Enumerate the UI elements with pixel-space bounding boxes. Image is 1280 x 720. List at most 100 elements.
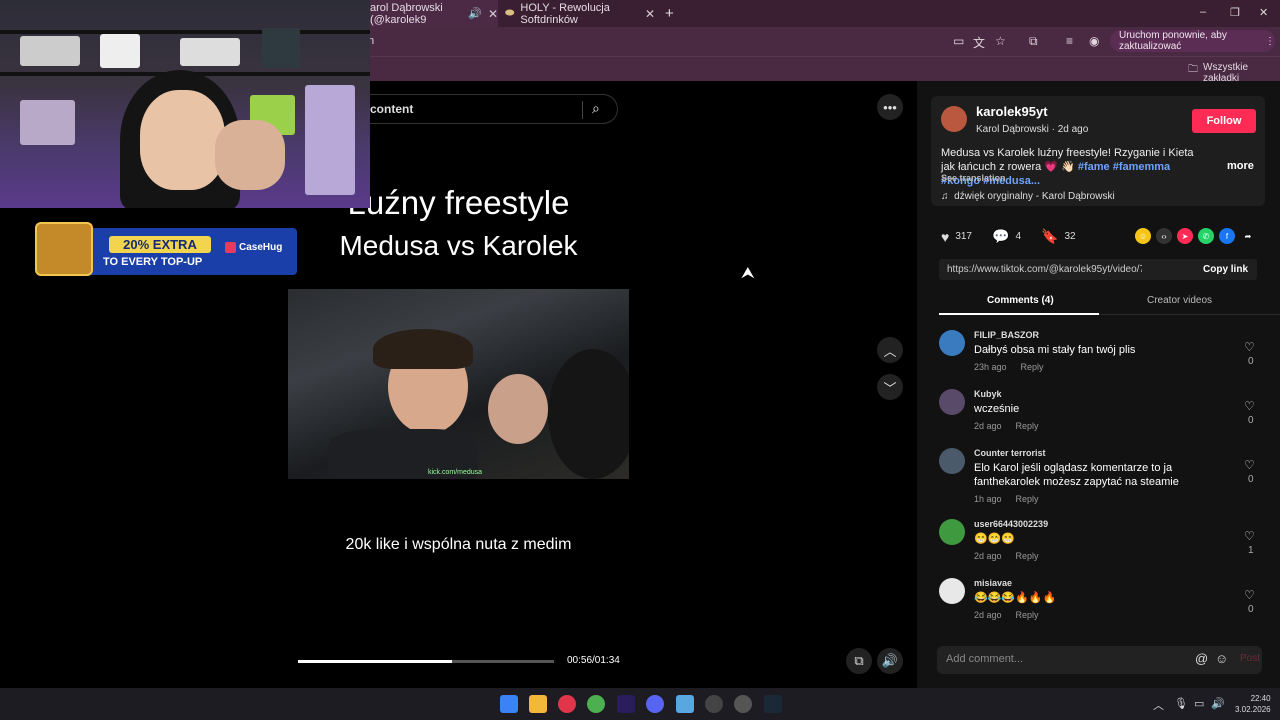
heart-icon[interactable]: ♥ (941, 229, 949, 245)
comment-user[interactable]: misiavae (974, 578, 1012, 588)
details-panel: karolek95yt Karol Dąbrowski · 2d ago Fol… (917, 81, 1280, 688)
new-tab-button[interactable]: + (665, 5, 674, 22)
tab-title: HOLY - Rewolucja Softdrinków (520, 1, 610, 26)
facebook-icon[interactable]: f (1219, 228, 1235, 244)
comment-icon[interactable]: 💬 (992, 228, 1009, 245)
comment-user[interactable]: FILIP_BASZOR (974, 330, 1039, 340)
network-icon[interactable]: ▭ (1194, 697, 1204, 710)
tab-creator-videos[interactable]: Creator videos (1147, 295, 1212, 306)
emoji-icon[interactable]: ☺ (1215, 651, 1228, 666)
media-icon[interactable]: ≡ (1066, 34, 1073, 48)
next-video-button[interactable]: ﹀ (877, 374, 903, 400)
comment-meta: 23h ago Reply (974, 362, 1044, 372)
minimize-button[interactable]: – (1200, 6, 1206, 18)
reply-button[interactable]: Reply (1016, 551, 1039, 561)
comment-meta: 1h ago Reply (974, 494, 1039, 504)
comment-avatar[interactable] (939, 330, 965, 356)
coin-icon[interactable]: ☺ (1135, 228, 1151, 244)
comment-user[interactable]: Kubyk (974, 389, 1002, 399)
captions-button[interactable]: ⧉ (846, 648, 872, 674)
notepad-icon[interactable] (676, 695, 694, 713)
close-tab-icon[interactable]: ✕ (645, 7, 655, 21)
search-bar[interactable]: content ⌕ (362, 94, 618, 124)
tab-tiktok[interactable]: arol Dąbrowski (@karolek9 🔊 ✕ (370, 0, 498, 27)
file-explorer-icon[interactable] (529, 695, 547, 713)
more-button[interactable]: more (1227, 160, 1254, 172)
treasure-chest-icon (35, 222, 93, 276)
bookmark-icon[interactable]: 🔖 (1041, 228, 1058, 245)
post-button[interactable]: Post (1240, 653, 1260, 664)
banner-brand: CaseHug (225, 242, 282, 253)
previous-video-button[interactable]: ︿ (877, 337, 903, 363)
comment-heart-icon[interactable]: ♡ (1244, 458, 1255, 472)
comment-user[interactable]: Counter terrorist (974, 448, 1046, 458)
comment-text: wcześnie (974, 403, 1020, 415)
close-window-button[interactable]: ✕ (1259, 6, 1268, 19)
tray-chevron-icon[interactable]: ︿ (1153, 697, 1164, 713)
video-link[interactable]: https://www.tiktok.com/@karolek95yt/vide… (947, 264, 1142, 275)
progress-bar[interactable] (298, 660, 554, 663)
share-icon[interactable]: ➦ (1240, 228, 1256, 244)
comment-avatar[interactable] (939, 448, 965, 474)
opera-icon[interactable] (558, 695, 576, 713)
steam-icon[interactable] (764, 695, 782, 713)
maximize-button[interactable]: ❐ (1230, 6, 1240, 19)
comment-avatar[interactable] (939, 389, 965, 415)
update-button[interactable]: Uruchom ponownie, aby zaktualizować ⋮ (1110, 30, 1275, 52)
search-divider (582, 101, 583, 119)
comment-meta: 2d ago Reply (974, 610, 1039, 620)
comment-heart-icon[interactable]: ♡ (1244, 399, 1255, 413)
app-icon[interactable] (705, 695, 723, 713)
obs-icon[interactable] (734, 695, 752, 713)
tab-comments[interactable]: Comments (4) (987, 295, 1054, 306)
chrome-icon[interactable] (587, 695, 605, 713)
ad-banner[interactable]: 20% EXTRA TO EVERY TOP-UP CaseHug (35, 222, 297, 276)
volume-tray-icon[interactable]: 🔊 (1211, 697, 1225, 710)
discord-icon[interactable] (646, 695, 664, 713)
author-avatar[interactable] (941, 106, 967, 132)
reply-button[interactable]: Reply (1016, 494, 1039, 504)
video-player[interactable]: Luźny freestyle Medusa vs Karolek kick.c… (288, 124, 629, 688)
reply-button[interactable]: Reply (1021, 362, 1044, 372)
clock[interactable]: 22:40 3.02.2026 (1235, 693, 1271, 715)
cast-icon[interactable]: ▭ (953, 34, 964, 48)
speaker-icon[interactable]: 🔊 (468, 7, 482, 20)
premiere-icon[interactable] (617, 695, 635, 713)
sound-link[interactable]: ♫ dźwięk oryginalny - Karol Dąbrowski (941, 191, 1115, 202)
search-input[interactable]: content (370, 102, 413, 116)
see-translation-link[interactable]: See translation (941, 173, 1006, 183)
send-icon[interactable]: ➤ (1177, 228, 1193, 244)
banner-extra: 20% EXTRA (109, 236, 211, 253)
start-icon[interactable] (500, 695, 518, 713)
add-comment-box[interactable]: Add comment... @ ☺ Post (937, 646, 1262, 674)
profile-icon[interactable]: ◉ (1089, 34, 1099, 48)
comment-heart-icon[interactable]: ♡ (1244, 529, 1255, 543)
add-comment-input[interactable]: Add comment... (946, 653, 1023, 665)
bookmark-star-icon[interactable]: ☆ (995, 34, 1006, 48)
sound-label: dźwięk oryginalny - Karol Dąbrowski (954, 191, 1115, 202)
address-bar[interactable]: n (364, 31, 944, 52)
extensions-icon[interactable]: ⧉ (1029, 34, 1038, 49)
video-caption: 20k like i wspólna nuta z medim (345, 536, 572, 553)
volume-button[interactable]: 🔊 (877, 648, 903, 674)
menu-icon[interactable]: ⋮ (1265, 36, 1275, 47)
translate-icon[interactable]: 文 (973, 34, 985, 51)
comment-avatar[interactable] (939, 519, 965, 545)
embed-icon[interactable]: ‹› (1156, 228, 1172, 244)
mention-icon[interactable]: @ (1195, 651, 1208, 666)
comment-user[interactable]: user66443002239 (974, 519, 1048, 529)
microphone-icon[interactable]: 🎙 (1174, 697, 1188, 710)
reply-button[interactable]: Reply (1016, 610, 1039, 620)
whatsapp-icon[interactable]: ✆ (1198, 228, 1214, 244)
author-username[interactable]: karolek95yt (976, 104, 1048, 119)
copy-link-button[interactable]: Copy link (1203, 264, 1248, 275)
comment-heart-icon[interactable]: ♡ (1244, 588, 1255, 602)
follow-button[interactable]: Follow (1192, 109, 1256, 133)
comment-heart-icon[interactable]: ♡ (1244, 340, 1255, 354)
more-options-button[interactable]: ••• (877, 94, 903, 120)
search-icon[interactable]: ⌕ (592, 100, 600, 117)
comment-avatar[interactable] (939, 578, 965, 604)
close-tab-icon[interactable]: ✕ (488, 7, 498, 21)
tab-holy[interactable]: ⬬ HOLY - Rewolucja Softdrinków ✕ (505, 0, 655, 27)
reply-button[interactable]: Reply (1016, 421, 1039, 431)
